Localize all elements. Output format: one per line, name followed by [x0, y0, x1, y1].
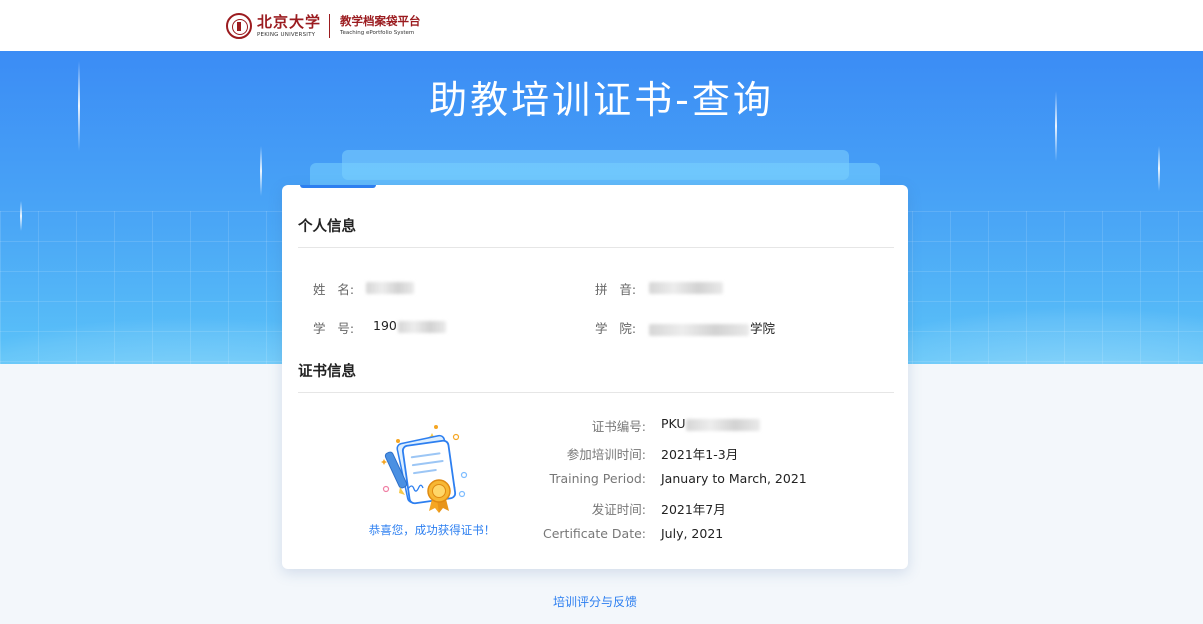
issue-date-label: 发证时间: [591, 502, 646, 517]
sparkle-icon [260, 146, 262, 196]
cert-number-label: 证书编号: [591, 419, 646, 434]
certificate-info-title: 证书信息 [298, 364, 356, 380]
personal-info-title: 个人信息 [298, 219, 356, 235]
training-time-value: 2021年1-3月 [661, 447, 739, 462]
pku-seal-icon [226, 13, 252, 39]
student-id-label: 学 号: [313, 321, 355, 336]
card-accent-bar [300, 185, 376, 188]
top-bar: 北京大学 PEKING UNIVERSITY 教学档案袋平台 Teaching … [0, 0, 1203, 51]
school-label: 学 院: [595, 321, 637, 336]
pinyin-value [649, 279, 723, 294]
name-value [366, 279, 414, 294]
logo[interactable]: 北京大学 PEKING UNIVERSITY 教学档案袋平台 Teaching … [226, 12, 421, 40]
platform-name-cn: 教学档案袋平台 [340, 14, 421, 28]
school-visible: 学院 [750, 321, 776, 336]
logo-divider [329, 14, 331, 38]
certificate-date-value: July, 2021 [661, 526, 724, 541]
certificate-date-label: Certificate Date: [543, 526, 646, 541]
school-value: 学院 [649, 318, 775, 337]
sparkle-icon [1158, 146, 1160, 191]
section-divider [298, 247, 894, 248]
certificate-card: 个人信息 姓 名: 拼 音: 学 号: 190 学 院: 学院 证书信息 恭喜您… [282, 185, 908, 569]
certificate-illustration-icon [381, 425, 468, 513]
name-label: 姓 名: [313, 282, 355, 297]
university-name-cn: 北京大学 [257, 12, 322, 31]
pku-wordmark: 北京大学 PEKING UNIVERSITY [257, 12, 322, 39]
congrats-message: 恭喜您，成功获得证书！ [368, 523, 496, 537]
training-time-label: 参加培训时间: [566, 447, 646, 462]
platform-name-en: Teaching ePortfolio System [340, 30, 415, 36]
page-title: 助教培训证书-查询 [429, 78, 774, 122]
platform-name: 教学档案袋平台 Teaching ePortfolio System [340, 14, 421, 38]
university-name-en: PEKING UNIVERSITY [257, 31, 316, 38]
section-divider [298, 392, 894, 393]
sparkle-icon [20, 201, 22, 231]
feedback-link[interactable]: 培训评分与反馈 [0, 593, 1190, 610]
cert-number-visible: PKU [661, 416, 686, 431]
training-period-value: January to March, 2021 [661, 471, 807, 486]
pinyin-label: 拼 音: [595, 282, 637, 297]
student-id-value: 190 [373, 318, 446, 333]
student-id-visible: 190 [373, 318, 397, 333]
cert-number-value: PKU [661, 416, 760, 431]
training-period-label: Training Period: [549, 471, 646, 486]
issue-date-value: 2021年7月 [661, 502, 726, 517]
